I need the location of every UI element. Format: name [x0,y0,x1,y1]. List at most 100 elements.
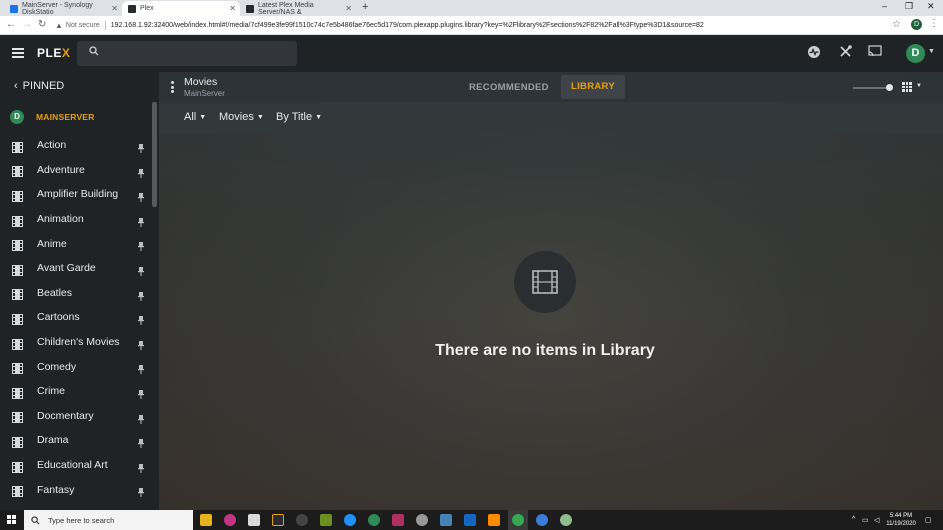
plex-logo[interactable]: PLEX [37,46,70,60]
browser-profile-avatar[interactable]: D [911,19,922,30]
app-icon[interactable] [368,514,380,526]
search-input[interactable] [77,41,297,66]
sidebar-item-amplifier-building[interactable]: Amplifier Building [0,182,152,207]
network-icon[interactable]: ▭ [862,516,869,524]
app-icon[interactable] [536,514,548,526]
divider [104,21,106,30]
chevron-down-icon[interactable]: ▼ [916,83,922,89]
forward-button[interactable]: → [22,19,32,30]
pin-icon[interactable] [138,337,144,350]
browser-tab-plex[interactable]: Plex ✕ [122,1,240,16]
server-avatar: D [10,110,24,124]
windows-start-icon[interactable] [7,515,16,524]
pin-icon[interactable] [138,411,144,424]
back-button[interactable]: ← [6,19,16,30]
chevron-left-icon: ‹ [14,80,18,92]
app-icon[interactable] [320,514,332,526]
close-window-button[interactable]: ✕ [927,1,935,12]
pin-icon[interactable] [138,263,144,276]
tab-recommended[interactable]: RECOMMENDED [469,82,549,93]
user-avatar[interactable]: D [906,44,925,63]
grid-view-icon[interactable] [902,82,912,92]
pin-icon[interactable] [138,189,144,203]
sidebar-item-label: Drama [37,434,69,447]
app-icon[interactable] [464,514,476,526]
sidebar-item-action[interactable]: Action [0,133,152,158]
app-icon[interactable] [560,514,572,526]
pin-icon[interactable] [138,214,144,227]
volume-icon[interactable]: ◁ [874,516,879,524]
sidebar-item-beatles[interactable]: Beatles [0,281,152,306]
chrome-icon[interactable] [512,514,524,526]
taskbar-clock[interactable]: 5:44 PM 11/19/2020 [884,512,918,528]
close-tab-icon[interactable]: ✕ [345,4,352,13]
sidebar-item-animation[interactable]: Animation [0,207,152,232]
app-icon[interactable] [440,514,452,526]
poster-size-slider[interactable] [853,84,893,91]
sidebar-item-comedy[interactable]: Comedy [0,354,152,379]
server-header[interactable]: D MAINSERVER [10,110,95,124]
bookmark-star-icon[interactable]: ☆ [892,19,901,30]
film-icon [12,164,23,178]
tray-chevron-icon[interactable]: ^ [852,516,855,523]
chevron-down-icon[interactable]: ▼ [928,48,935,55]
sidebar-item-children-s-movies[interactable]: Children's Movies [0,330,152,355]
sidebar-item-educational-art[interactable]: Educational Art [0,453,152,478]
reload-button[interactable]: ↻ [38,19,46,30]
pin-icon[interactable] [138,312,144,326]
film-icon [12,214,23,227]
slider-knob[interactable] [886,84,893,91]
pin-icon[interactable] [138,484,144,498]
app-icon[interactable] [296,514,308,526]
pin-icon[interactable] [138,238,144,252]
sidebar-item-crime[interactable]: Crime [0,379,152,404]
browser-menu-icon[interactable]: ⋮ [929,18,939,29]
pin-icon[interactable] [138,386,144,399]
sidebar-item-fantasy[interactable]: Fantasy [0,477,152,502]
maximize-button[interactable]: ❐ [905,1,913,12]
app-icon[interactable] [248,514,260,526]
sidebar-item-avant-garde[interactable]: Avant Garde [0,256,152,281]
pin-icon[interactable] [138,361,144,375]
pin-icon[interactable] [138,460,144,473]
minimize-button[interactable]: – [882,1,887,11]
browser-tab-plex-forum[interactable]: Latest Plex Media Server/NAS & ✕ [240,1,356,16]
cast-icon[interactable] [867,45,883,61]
app-icon[interactable] [416,514,428,526]
pinned-back-button[interactable]: ‹ PINNED [14,80,64,92]
close-tab-icon[interactable]: ✕ [229,4,236,13]
file-explorer-icon[interactable] [200,514,212,526]
filter-type-dropdown[interactable]: Movies ▼ [219,111,264,123]
app-icon[interactable] [224,514,236,526]
vlc-icon[interactable] [488,514,500,526]
pin-icon[interactable] [138,435,144,449]
more-options-icon[interactable] [171,81,174,93]
film-icon [12,435,23,448]
film-icon [12,410,23,424]
app-icon[interactable] [392,514,404,526]
pin-icon[interactable] [138,288,144,301]
browser-tab-synology[interactable]: MainServer - Synology DiskStatio ✕ [4,1,122,16]
url-field[interactable]: ▲ Not secure 192.168.1.92:32400/web/inde… [55,18,915,33]
filter-all-dropdown[interactable]: All ▼ [184,111,206,123]
sidebar-scrollbar[interactable] [152,102,157,207]
activity-icon[interactable] [806,45,822,61]
app-icon[interactable] [344,514,356,526]
new-tab-button[interactable]: + [362,1,368,13]
sidebar-item-anime[interactable]: Anime [0,231,152,256]
sidebar-item-adventure[interactable]: Adventure [0,158,152,183]
film-icon [12,140,23,153]
sidebar-item-cartoons[interactable]: Cartoons [0,305,152,330]
pin-icon[interactable] [138,165,144,178]
sidebar-item-drama[interactable]: Drama [0,428,152,453]
close-tab-icon[interactable]: ✕ [111,4,118,13]
sidebar-item-docmentary[interactable]: Docmentary [0,404,152,429]
pin-icon[interactable] [138,140,144,153]
settings-tools-icon[interactable] [837,45,853,61]
plex-app-icon[interactable] [272,514,284,526]
tab-library[interactable]: LIBRARY [561,75,625,99]
taskbar-search-input[interactable]: Type here to search [24,510,193,530]
sort-dropdown[interactable]: By Title ▼ [276,111,322,123]
notifications-icon[interactable]: ▢ [925,516,932,524]
hamburger-menu-icon[interactable] [12,48,24,58]
